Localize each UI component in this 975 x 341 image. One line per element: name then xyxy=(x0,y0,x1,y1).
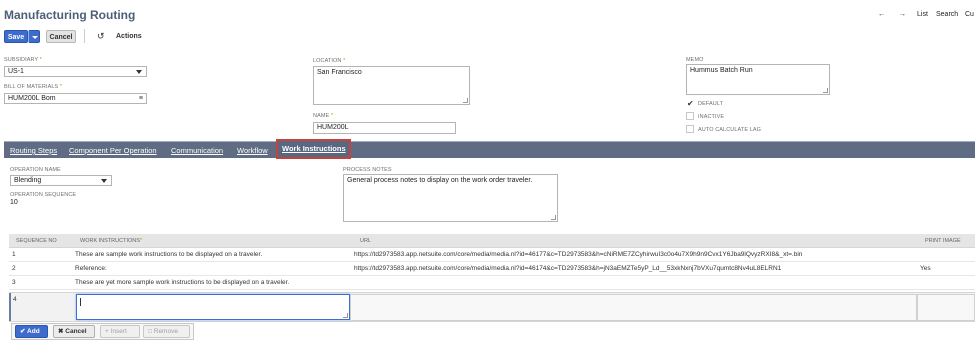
bom-label: BILL OF MATERIALS * xyxy=(4,84,63,90)
operation-name-select[interactable]: Blending xyxy=(10,175,112,186)
toolbar-divider xyxy=(84,29,85,43)
list-link[interactable]: List xyxy=(917,11,928,18)
chevron-down-icon xyxy=(136,70,142,74)
cell-instructions: These are yet more sample work instructi… xyxy=(75,279,290,286)
edit-row: 4 xyxy=(9,292,975,322)
arrow-right-icon[interactable]: → xyxy=(899,11,906,18)
add-button-label: Add xyxy=(27,328,40,335)
location-field[interactable]: San Francisco xyxy=(313,66,470,105)
grid-cancel-button[interactable]: ✖ Cancel xyxy=(53,325,95,338)
col-work-instructions: WORK INSTRUCTIONS* xyxy=(80,238,143,244)
grid-header: SEQUENCE NO WORK INSTRUCTIONS* URL PRINT… xyxy=(9,234,975,248)
subsidiary-value: US-1 xyxy=(8,68,24,75)
refresh-icon[interactable]: ↺ xyxy=(97,31,105,42)
cancel-button[interactable]: Cancel xyxy=(46,30,76,43)
search-link[interactable]: Search xyxy=(936,11,958,18)
tab-routing-steps[interactable]: Routing Steps xyxy=(10,146,57,155)
cell-instructions: Reference: xyxy=(75,265,107,272)
edit-row-marker xyxy=(9,293,11,321)
page-title: Manufacturing Routing xyxy=(4,8,136,22)
arrow-left-icon[interactable]: ← xyxy=(878,11,885,18)
text-cursor xyxy=(80,298,81,306)
cell-seq: 3 xyxy=(12,279,16,286)
insert-button-label: Insert xyxy=(110,328,127,335)
subtab-bar: Routing Steps Component Per Operation Co… xyxy=(4,141,975,158)
cell-url: https://td2973583.app.netsuite.com/core/… xyxy=(354,251,803,258)
insert-button[interactable]: + Insert xyxy=(100,325,140,338)
table-row[interactable]: 3 These are yet more sample work instruc… xyxy=(9,276,975,290)
cell-seq: 2 xyxy=(12,265,16,272)
inactive-label: INACTIVE xyxy=(698,114,725,120)
name-field[interactable]: HUM200L xyxy=(313,122,456,134)
trash-icon: □ xyxy=(148,328,152,335)
operation-sequence-value: 10 xyxy=(10,199,18,206)
memo-value: Hummus Batch Run xyxy=(690,67,753,74)
resize-grip-icon[interactable] xyxy=(343,313,348,318)
memo-label: MEMO xyxy=(686,57,704,63)
memo-field[interactable]: Hummus Batch Run xyxy=(686,64,830,95)
tab-workflow[interactable]: Workflow xyxy=(237,146,268,155)
edit-row-seq: 4 xyxy=(13,296,17,303)
grid-cancel-label: Cancel xyxy=(65,328,87,335)
cell-instructions: These are sample work instructions to be… xyxy=(75,251,263,258)
chevron-down-icon xyxy=(32,36,38,39)
auto-lag-checkbox[interactable] xyxy=(686,125,694,133)
inactive-checkbox[interactable] xyxy=(686,112,694,120)
actions-menu[interactable]: Actions xyxy=(116,33,142,40)
save-button[interactable]: Save xyxy=(4,30,28,43)
check-icon: ✔ xyxy=(20,328,26,335)
resize-grip-icon[interactable] xyxy=(463,98,468,103)
remove-button[interactable]: □ Remove xyxy=(143,325,190,338)
bom-value: HUM200L Bom xyxy=(8,95,56,102)
add-button[interactable]: ✔ Add xyxy=(15,325,48,338)
tab-component-per-operation[interactable]: Component Per Operation xyxy=(69,146,157,155)
cell-print-image: Yes xyxy=(920,265,931,272)
subsidiary-label: SUBSIDIARY * xyxy=(4,57,43,63)
table-row[interactable]: 2 Reference: https://td2973583.app.netsu… xyxy=(9,262,975,276)
remove-button-label: Remove xyxy=(153,328,178,335)
resize-grip-icon[interactable] xyxy=(551,215,556,220)
tab-communication[interactable]: Communication xyxy=(171,146,223,155)
col-sequence-no: SEQUENCE NO xyxy=(16,238,57,244)
url-edit-cell[interactable] xyxy=(350,294,917,321)
col-url: URL xyxy=(360,238,372,244)
process-notes-value: General process notes to display on the … xyxy=(347,177,533,184)
name-value: HUM200L xyxy=(317,124,349,131)
tab-work-instructions[interactable]: Work Instructions xyxy=(276,139,351,159)
plus-icon: + xyxy=(105,328,109,335)
default-label: DEFAULT xyxy=(698,101,724,107)
customize-link[interactable]: Cu xyxy=(965,11,974,18)
cell-url: https://td2973583.app.netsuite.com/core/… xyxy=(354,265,782,272)
operation-sequence-label: OPERATION SEQUENCE xyxy=(10,192,77,198)
auto-lag-label: AUTO CALCULATE LAG xyxy=(698,127,762,133)
process-notes-field[interactable]: General process notes to display on the … xyxy=(343,174,558,222)
process-notes-label: PROCESS NOTES xyxy=(343,167,392,173)
double-chevron-icon: ≡ xyxy=(138,95,143,102)
table-row[interactable]: 1 These are sample work instructions to … xyxy=(9,248,975,262)
location-label: LOCATION * xyxy=(313,58,346,64)
cell-seq: 1 xyxy=(12,251,16,258)
save-dropdown-button[interactable] xyxy=(28,30,40,43)
close-icon: ✖ xyxy=(58,328,64,335)
chevron-down-icon xyxy=(101,179,107,183)
operation-name-label: OPERATION NAME xyxy=(10,167,61,173)
print-image-edit-cell[interactable] xyxy=(917,294,975,321)
col-print-image: PRINT IMAGE xyxy=(925,238,961,244)
location-value: San Francisco xyxy=(317,69,362,76)
subsidiary-select[interactable]: US-1 xyxy=(4,66,147,77)
resize-grip-icon[interactable] xyxy=(823,88,828,93)
name-label: NAME * xyxy=(313,113,334,119)
default-checkbox[interactable]: ✔ xyxy=(687,99,694,108)
bom-select[interactable]: HUM200L Bom ≡ xyxy=(4,93,147,104)
operation-name-value: Blending xyxy=(14,177,42,184)
work-instructions-input[interactable] xyxy=(76,294,350,320)
